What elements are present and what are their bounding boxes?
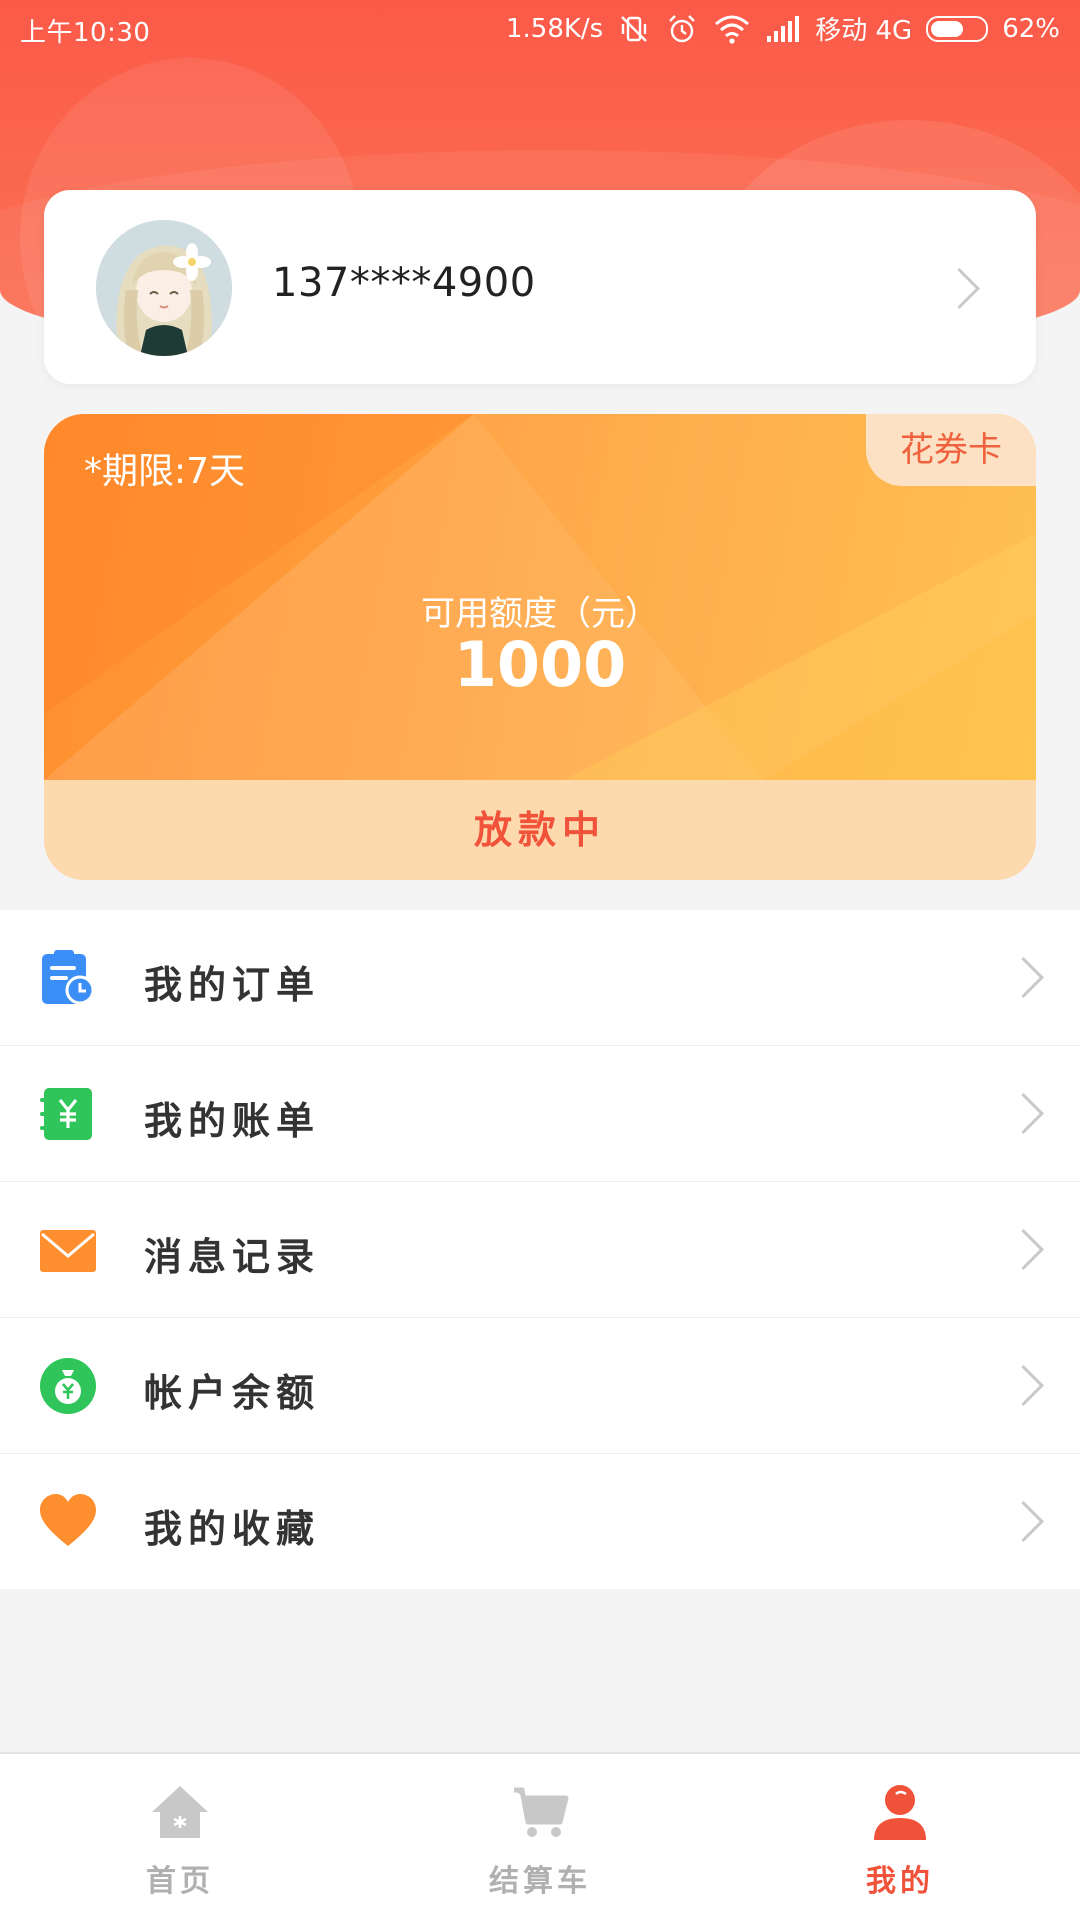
menu-item-messages[interactable]: 消息记录 bbox=[0, 1182, 1080, 1318]
battery-icon bbox=[926, 15, 989, 42]
credit-term: *期限:7天 bbox=[84, 451, 246, 492]
status-bar: 上午10:30 1.58K/s 移动 4G 62% bbox=[0, 0, 1080, 60]
menu-item-my-orders[interactable]: 我的订单 bbox=[0, 910, 1080, 1046]
tab-cart[interactable]: 结算车 bbox=[440, 1754, 640, 1920]
heart-icon bbox=[40, 1494, 96, 1550]
carrier-label: 移动 4G bbox=[815, 16, 913, 46]
order-clipboard-icon bbox=[40, 950, 96, 1006]
menu-item-favorites[interactable]: 我的收藏 bbox=[0, 1454, 1080, 1589]
menu-item-balance[interactable]: 帐户余额 bbox=[0, 1318, 1080, 1454]
menu-list: 我的订单 我的账单 消息记录 帐户余额 我的收藏 bbox=[0, 910, 1080, 1589]
status-time: 上午10:30 bbox=[20, 18, 151, 48]
menu-label: 我的收藏 bbox=[144, 1506, 321, 1551]
tab-label: 首页 bbox=[146, 1864, 214, 1899]
wifi-icon bbox=[713, 12, 751, 46]
credit-card[interactable]: *期限:7天 花券卡 可用额度（元） 1000 放款中 bbox=[44, 414, 1036, 880]
tab-mine[interactable]: 我的 bbox=[800, 1754, 1000, 1920]
bottom-tab-bar: 首页 结算车 我的 bbox=[0, 1752, 1080, 1920]
avatar-girl-icon[interactable] bbox=[96, 220, 232, 356]
user-icon bbox=[870, 1782, 930, 1842]
chevron-right-icon bbox=[1002, 1364, 1045, 1407]
chevron-right-icon bbox=[1002, 1500, 1045, 1543]
vibrate-off-icon bbox=[617, 12, 651, 46]
money-bag-icon bbox=[40, 1358, 96, 1414]
bill-yuan-icon bbox=[40, 1086, 96, 1142]
battery-percent: 62% bbox=[1002, 13, 1060, 44]
envelope-icon bbox=[40, 1222, 96, 1278]
chevron-right-icon bbox=[1002, 956, 1045, 999]
available-credit-amount: 1000 bbox=[453, 628, 627, 701]
chevron-right-icon bbox=[938, 267, 981, 310]
menu-label: 我的账单 bbox=[144, 1098, 321, 1143]
profile-card[interactable]: 137****4900 bbox=[44, 190, 1036, 384]
home-icon bbox=[150, 1782, 210, 1842]
my-page-screen: 上午10:30 1.58K/s 移动 4G 62% 137****4900 *期… bbox=[0, 0, 1080, 1920]
credit-card-face: *期限:7天 花券卡 可用额度（元） 1000 bbox=[44, 414, 1036, 780]
chevron-right-icon bbox=[1002, 1092, 1045, 1135]
menu-item-my-bills[interactable]: 我的账单 bbox=[0, 1046, 1080, 1182]
tab-home[interactable]: 首页 bbox=[80, 1754, 280, 1920]
alarm-icon bbox=[665, 12, 699, 46]
net-speed: 1.58K/s bbox=[505, 13, 604, 44]
signal-icon bbox=[765, 14, 801, 44]
menu-label: 消息记录 bbox=[144, 1234, 321, 1279]
card-type-badge: 花券卡 bbox=[866, 414, 1036, 486]
user-phone: 137****4900 bbox=[272, 260, 536, 306]
tab-label: 结算车 bbox=[489, 1864, 591, 1899]
loan-status-button[interactable]: 放款中 bbox=[44, 780, 1036, 880]
cart-icon bbox=[510, 1782, 570, 1842]
tab-label: 我的 bbox=[866, 1864, 934, 1899]
menu-label: 帐户余额 bbox=[144, 1370, 321, 1415]
menu-label: 我的订单 bbox=[144, 962, 321, 1007]
chevron-right-icon bbox=[1002, 1228, 1045, 1271]
